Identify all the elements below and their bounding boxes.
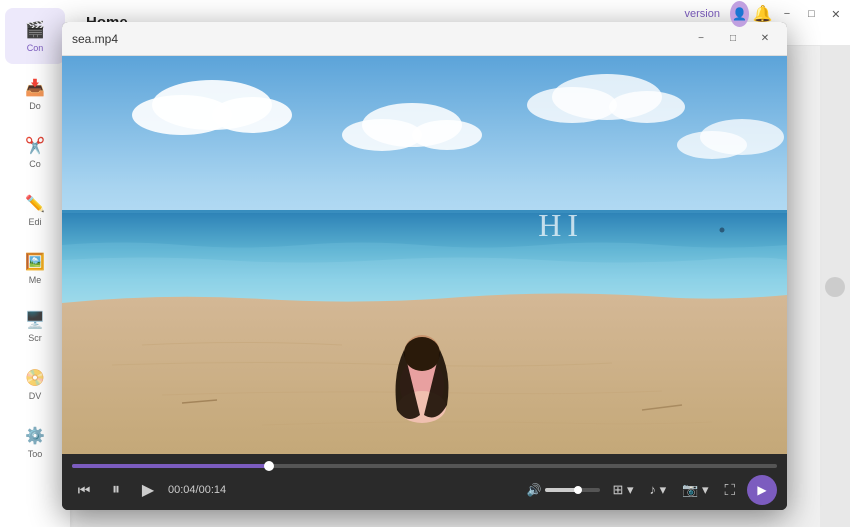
volume-track[interactable]: [545, 488, 600, 492]
sidebar-item-compress[interactable]: ✂️ Co: [5, 124, 65, 180]
controls-bar: ⏮ ⏸ ▶ 00:04/00:14 🔊 ⊞ ▾ ♪ ▾ 📷 ▾: [62, 454, 787, 510]
sidebar-icon-edit: ✏️: [24, 193, 46, 215]
volume-icon: 🔊: [527, 483, 542, 497]
sidebar-icon-compress: ✂️: [24, 135, 46, 157]
video-maximize-button[interactable]: □: [721, 27, 745, 51]
beach-scene-svg: [62, 56, 787, 454]
sidebar-item-download[interactable]: 📥 Do: [5, 66, 65, 122]
sidebar-icon-screen: 🖥️: [24, 309, 46, 331]
fullscreen-button[interactable]: ⛶: [720, 480, 739, 501]
video-close-button[interactable]: ✕: [753, 27, 777, 51]
progress-row: [72, 458, 777, 474]
audio-button[interactable]: ♪ ▾: [646, 480, 671, 500]
action-button-icon: ▶: [757, 483, 766, 497]
sidebar: 🎬 Con 📥 Do ✂️ Co ✏️ Edi 🖼️ Me 🖥️ Scr 📀 D…: [0, 0, 70, 527]
sidebar-label-download: Do: [29, 102, 41, 112]
sidebar-item-dvd[interactable]: 📀 DV: [5, 356, 65, 412]
sidebar-label-compress: Co: [29, 160, 41, 170]
sidebar-item-media[interactable]: 🖼️ Me: [5, 240, 65, 296]
sidebar-icon-dvd: 📀: [24, 367, 46, 389]
playback-controls-row: ⏮ ⏸ ▶ 00:04/00:14 🔊 ⊞ ▾ ♪ ▾ 📷 ▾: [72, 474, 777, 506]
sidebar-label-screen: Scr: [28, 334, 42, 344]
sidebar-icon-media: 🖼️: [24, 251, 46, 273]
play-button[interactable]: ▶: [136, 478, 160, 502]
volume-area: 🔊: [527, 483, 601, 497]
progress-thumb: [264, 461, 274, 471]
video-player-window: sea.mp4 − □ ✕: [62, 22, 787, 510]
sidebar-item-screen[interactable]: 🖥️ Scr: [5, 298, 65, 354]
app-close-button[interactable]: ✕: [826, 0, 846, 28]
progress-fill: [72, 464, 269, 468]
sidebar-label-toolbox: Too: [28, 450, 43, 460]
aspect-ratio-button[interactable]: ⊞ ▾: [608, 480, 637, 500]
back-button[interactable]: ‹: [33, 15, 38, 31]
action-button[interactable]: ▶: [747, 475, 777, 505]
video-titlebar: sea.mp4 − □ ✕: [62, 22, 787, 56]
notification-icon[interactable]: 🔔: [753, 4, 773, 24]
right-panel-icon: [825, 277, 845, 297]
video-viewport: HI: [62, 56, 787, 454]
app-window-controls: 👤 🔔 − □ ✕: [730, 0, 850, 28]
skip-back-button[interactable]: ⏮: [72, 478, 96, 502]
app-header-left: ‹: [0, 0, 70, 46]
time-display: 00:04/00:14: [168, 484, 226, 496]
video-minimize-button[interactable]: −: [689, 27, 713, 51]
pause-button[interactable]: ⏸: [104, 478, 128, 502]
sidebar-item-toolbox[interactable]: ⚙️ Too: [5, 414, 65, 470]
sidebar-label-edit: Edi: [28, 218, 41, 228]
sidebar-label-media: Me: [29, 276, 42, 286]
sidebar-label-dvd: DV: [29, 392, 42, 402]
screenshot-button[interactable]: 📷 ▾: [678, 480, 712, 500]
sidebar-item-edit[interactable]: ✏️ Edi: [5, 182, 65, 238]
progress-track[interactable]: [72, 464, 777, 468]
app-minimize-button[interactable]: −: [777, 0, 797, 28]
right-panel: [820, 46, 850, 527]
profile-avatar[interactable]: 👤: [730, 1, 749, 27]
app-maximize-button[interactable]: □: [801, 0, 821, 28]
sidebar-icon-toolbox: ⚙️: [24, 425, 46, 447]
upgrade-badge[interactable]: version: [685, 8, 720, 20]
video-title: sea.mp4: [72, 32, 681, 46]
sidebar-icon-download: 📥: [24, 77, 46, 99]
volume-thumb: [574, 486, 582, 494]
